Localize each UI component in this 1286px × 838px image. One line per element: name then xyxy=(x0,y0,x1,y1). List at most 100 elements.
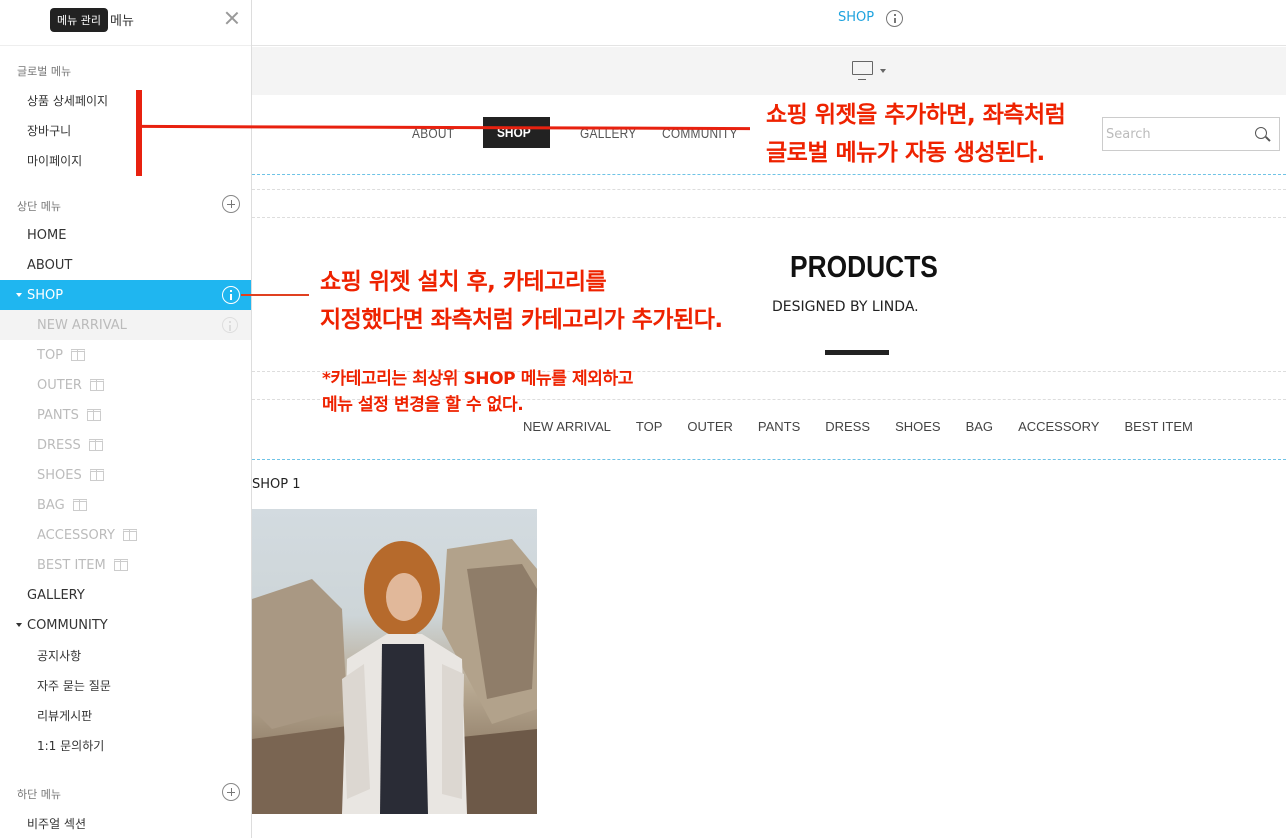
sidebar-header: 메뉴 메뉴 관리 xyxy=(0,0,251,46)
global-item-mypage[interactable]: 마이페이지 xyxy=(0,145,251,175)
menu-item-label: SHOES xyxy=(37,467,82,483)
section-divider xyxy=(252,189,1286,190)
shop-section-label: SHOP 1 xyxy=(252,477,301,492)
products-title: PRODUCTS xyxy=(790,249,938,284)
menu-item-notice[interactable]: 공지사항 xyxy=(0,640,251,670)
menu-item-new-arrival[interactable]: NEW ARRIVAL xyxy=(0,310,251,340)
category-bar: NEW ARRIVAL TOP OUTER PANTS DRESS SHOES … xyxy=(523,419,1193,434)
site-search-box[interactable]: Search xyxy=(1102,117,1280,151)
caret-down-icon[interactable] xyxy=(16,623,22,627)
category-outer[interactable]: OUTER xyxy=(687,419,733,434)
menu-item-label: 공지사항 xyxy=(37,648,82,663)
desktop-monitor-icon[interactable] xyxy=(852,61,873,80)
tooltip-menu-manage: 메뉴 관리 xyxy=(50,8,108,32)
menu-item-top[interactable]: TOP xyxy=(0,340,251,370)
product-photo-image xyxy=(252,539,537,814)
menu-item-label: BAG xyxy=(37,497,65,513)
menu-item-label: PANTS xyxy=(37,407,79,423)
section-divider xyxy=(252,459,1286,460)
title-underline xyxy=(825,350,889,355)
menu-item-label: 비주얼 섹션 xyxy=(27,816,87,831)
menu-item-accessory[interactable]: ACCESSORY xyxy=(0,520,251,550)
top-menu-label: 상단 메뉴 xyxy=(17,200,61,213)
category-dress[interactable]: DRESS xyxy=(825,419,870,434)
annotation-bracket xyxy=(136,90,142,176)
nav-shop[interactable]: SHOP xyxy=(483,117,550,148)
menu-item-inquiry[interactable]: 1:1 문의하기 xyxy=(0,730,251,760)
menu-item-label: SHOP xyxy=(27,287,64,303)
product-photo[interactable] xyxy=(252,509,537,814)
menu-item-shoes[interactable]: SHOES xyxy=(0,460,251,490)
menu-item-dress[interactable]: DRESS xyxy=(0,430,251,460)
menu-item-label: COMMUNITY xyxy=(27,617,108,633)
menu-item-faq[interactable]: 자주 묻는 질문 xyxy=(0,670,251,700)
bottom-menu-label: 하단 메뉴 xyxy=(17,788,61,801)
menu-item-outer[interactable]: OUTER xyxy=(0,370,251,400)
info-icon[interactable] xyxy=(222,317,238,333)
annotation-pointer-line xyxy=(241,294,309,296)
global-item-product-detail[interactable]: 상품 상세페이지 xyxy=(0,85,251,115)
annotation-line: *카테고리는 최상위 SHOP 메뉴를 제외하고 xyxy=(322,369,633,389)
current-page-name[interactable]: SHOP xyxy=(838,10,874,25)
gift-box-icon xyxy=(89,379,104,391)
menu-item-pants[interactable]: PANTS xyxy=(0,400,251,430)
close-icon[interactable] xyxy=(224,10,240,26)
menu-item-home[interactable]: HOME xyxy=(0,220,251,250)
add-top-menu-plus-icon[interactable] xyxy=(222,195,240,213)
category-bag[interactable]: BAG xyxy=(966,419,993,434)
gift-box-icon xyxy=(88,439,103,451)
menu-item-gallery[interactable]: GALLERY xyxy=(0,580,251,610)
search-placeholder: Search xyxy=(1106,127,1151,142)
category-accessory[interactable]: ACCESSORY xyxy=(1018,419,1099,434)
menu-item-label: NEW ARRIVAL xyxy=(37,317,127,333)
menu-item-label: 1:1 문의하기 xyxy=(37,738,105,753)
products-subtitle: DESIGNED BY LINDA. xyxy=(772,299,919,315)
menu-item-community[interactable]: COMMUNITY xyxy=(0,610,251,640)
category-pants[interactable]: PANTS xyxy=(758,419,800,434)
menu-item-label: ACCESSORY xyxy=(37,527,115,543)
annotation-line: 글로벌 메뉴가 자동 생성된다. xyxy=(766,140,1045,166)
info-icon[interactable] xyxy=(222,286,240,304)
menu-item-label: 리뷰게시판 xyxy=(37,708,93,723)
global-menu-label: 글로벌 메뉴 xyxy=(17,65,72,78)
annotation-global-menu: 쇼핑 위젯을 추가하면, 좌측처럼 글로벌 메뉴가 자동 생성된다. xyxy=(766,96,1066,172)
menu-item-label: ABOUT xyxy=(27,257,73,273)
category-shoes[interactable]: SHOES xyxy=(895,419,941,434)
annotation-line: 쇼핑 위젯 설치 후, 카테고리를 xyxy=(320,269,607,295)
menu-item-label: 장바구니 xyxy=(27,123,72,138)
menu-item-shop[interactable]: SHOP xyxy=(0,280,251,310)
page-info-icon[interactable] xyxy=(886,10,903,27)
menu-item-review-board[interactable]: 리뷰게시판 xyxy=(0,700,251,730)
menu-item-visual-section[interactable]: 비주얼 섹션 xyxy=(0,808,251,838)
global-item-cart[interactable]: 장바구니 xyxy=(0,115,251,145)
category-best-item[interactable]: BEST ITEM xyxy=(1124,419,1192,434)
menu-item-label: BEST ITEM xyxy=(37,557,106,573)
gift-box-icon xyxy=(71,349,86,361)
menu-item-label: DRESS xyxy=(37,437,81,453)
device-toolbar xyxy=(252,47,1286,95)
menu-item-label: TOP xyxy=(37,347,64,363)
gift-box-icon xyxy=(122,529,137,541)
annotation-category: 쇼핑 위젯 설치 후, 카테고리를 지정했다면 좌측처럼 카테고리가 추가된다. xyxy=(320,263,723,339)
editor-topbar: SHOP xyxy=(252,0,1286,46)
menu-item-best-item[interactable]: BEST ITEM xyxy=(0,550,251,580)
category-top[interactable]: TOP xyxy=(636,419,663,434)
category-new-arrival[interactable]: NEW ARRIVAL xyxy=(523,419,611,434)
add-bottom-menu-plus-icon[interactable] xyxy=(222,783,240,801)
menu-item-about[interactable]: ABOUT xyxy=(0,250,251,280)
chevron-down-icon[interactable] xyxy=(880,69,886,73)
annotation-line: 쇼핑 위젯을 추가하면, 좌측처럼 xyxy=(766,102,1066,128)
gift-box-icon xyxy=(113,559,128,571)
menu-item-label: OUTER xyxy=(37,377,82,393)
menu-item-bag[interactable]: BAG xyxy=(0,490,251,520)
annotation-line: 지정했다면 좌측처럼 카테고리가 추가된다. xyxy=(320,307,723,333)
gift-box-icon xyxy=(72,499,87,511)
gift-box-icon xyxy=(89,469,104,481)
search-icon[interactable] xyxy=(1255,127,1267,139)
caret-down-icon[interactable] xyxy=(16,293,22,297)
annotation-category-note: *카테고리는 최상위 SHOP 메뉴를 제외하고 메뉴 설정 변경을 할 수 없… xyxy=(322,366,633,418)
site-preview: ABOUT SHOP GALLERY COMMUNITY Search PROD… xyxy=(252,95,1286,838)
gift-box-icon xyxy=(86,409,101,421)
menu-item-label: HOME xyxy=(27,227,67,243)
menu-item-label: 마이페이지 xyxy=(27,153,83,168)
